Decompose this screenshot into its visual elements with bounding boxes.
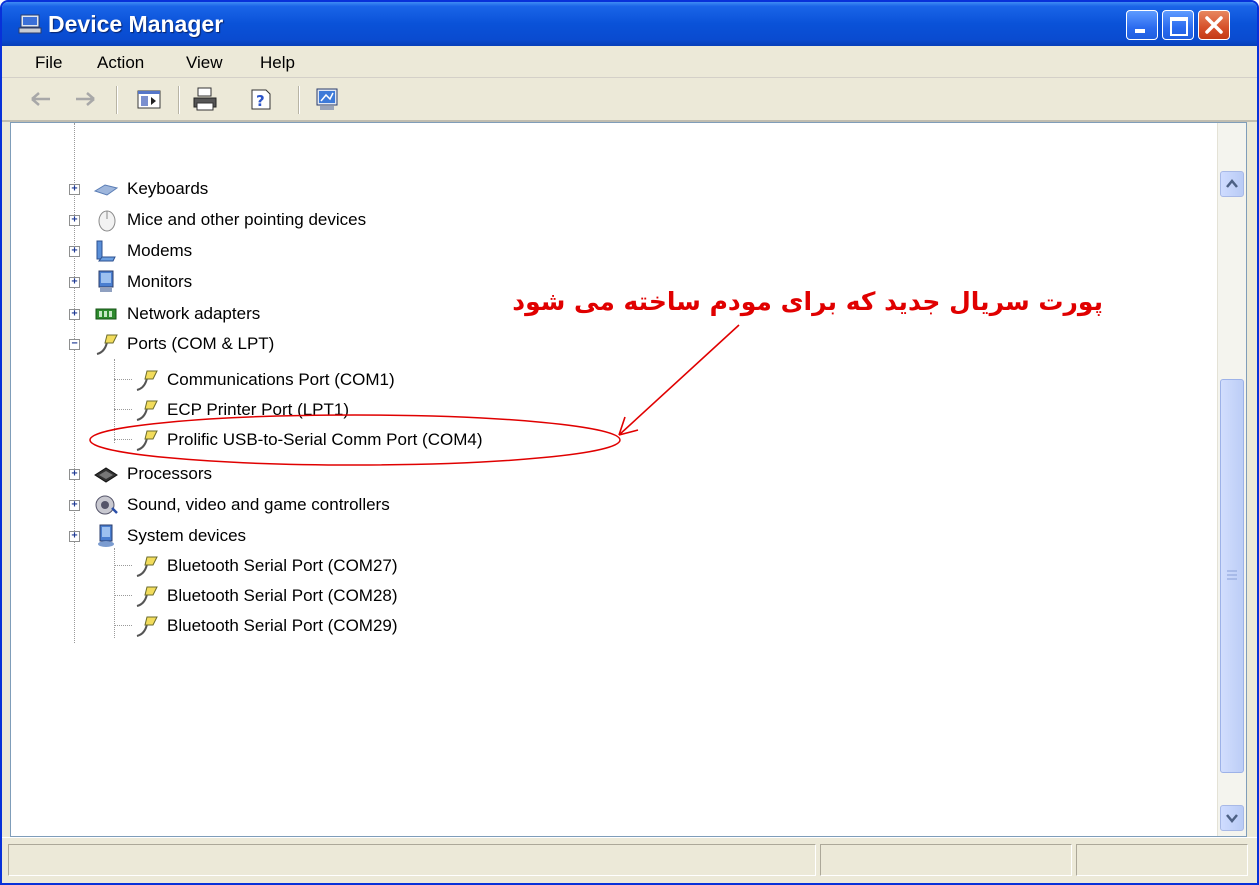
menu-help[interactable]: Help [260, 53, 295, 73]
tree-node-bt-com28[interactable]: Bluetooth Serial Port (COM28) [133, 583, 398, 609]
port-icon [96, 334, 118, 355]
tree-node-monitors[interactable]: Monitors [93, 269, 192, 295]
tree-node-label: Network adapters [127, 304, 261, 323]
expand-toggle[interactable]: + [69, 277, 80, 288]
keyboard-icon [93, 184, 119, 196]
status-pane [1076, 844, 1248, 876]
tree-node-label: Communications Port (COM1) [167, 370, 395, 389]
tree-connector [114, 625, 132, 626]
tree-node-modems[interactable]: Modems [93, 238, 192, 264]
port-icon [136, 370, 158, 391]
close-button[interactable] [1198, 10, 1230, 40]
tree-connector [74, 123, 75, 643]
menu-action[interactable]: Action [97, 53, 144, 73]
sound-icon [95, 495, 118, 515]
minimize-button[interactable] [1126, 10, 1158, 40]
tree-node-port-com1[interactable]: Communications Port (COM1) [133, 367, 395, 393]
menu-view[interactable]: View [186, 53, 223, 73]
tree-node-mice[interactable]: Mice and other pointing devices [93, 207, 366, 233]
mouse-icon [98, 210, 116, 232]
tree-node-label: Mice and other pointing devices [127, 210, 367, 229]
chevron-down-icon [1226, 814, 1238, 823]
expand-toggle[interactable]: + [69, 184, 80, 195]
tree-node-keyboards[interactable]: Keyboards [93, 176, 208, 202]
tree-connector [114, 379, 132, 380]
tree-node-label: Bluetooth Serial Port (COM28) [167, 586, 398, 605]
toolbar-separator [116, 86, 118, 114]
print-icon[interactable] [192, 86, 218, 112]
maximize-icon [1170, 17, 1188, 36]
menu-bar: File Action View Help [2, 46, 1257, 78]
tree-connector [114, 409, 132, 410]
maximize-button[interactable] [1162, 10, 1194, 40]
minimize-icon [1135, 29, 1145, 33]
tree-node-ports[interactable]: Ports (COM & LPT) [93, 331, 274, 357]
show-hide-console-tree-icon[interactable] [136, 86, 162, 112]
back-arrow-icon[interactable] [28, 86, 54, 112]
annotation-text: پورت سریال جدید که برای مودم ساخته می شو… [512, 287, 1103, 316]
device-manager-window: Device Manager File Action View Help ? +… [0, 0, 1259, 885]
tree-node-label: Bluetooth Serial Port (COM29) [167, 616, 398, 635]
tree-node-label: Modems [127, 241, 193, 260]
tree-node-network-adapters[interactable]: Network adapters [93, 301, 260, 327]
expand-toggle[interactable]: + [69, 531, 80, 542]
tree-node-label: Sound, video and game controllers [127, 495, 390, 514]
help-icon[interactable]: ? [248, 86, 274, 112]
scroll-down-button[interactable] [1220, 805, 1244, 831]
status-bar [2, 837, 1257, 883]
tree-node-system-devices[interactable]: System devices [93, 523, 246, 549]
device-tree-panel: + + + + + − + + + Keyboards Mice and oth… [10, 122, 1247, 837]
expand-toggle[interactable]: + [69, 500, 80, 511]
toolbar-separator [298, 86, 300, 114]
scan-hardware-icon[interactable] [314, 86, 340, 112]
computer-icon [18, 14, 42, 34]
tree-node-label: Keyboards [127, 179, 209, 198]
scroll-up-button[interactable] [1220, 171, 1244, 197]
window-title: Device Manager [48, 11, 224, 37]
port-icon [136, 586, 158, 607]
tree-node-label: Bluetooth Serial Port (COM27) [167, 556, 398, 575]
tree-connector [114, 595, 132, 596]
collapse-toggle[interactable]: − [69, 339, 80, 350]
scroll-thumb[interactable] [1220, 379, 1244, 773]
title-bar[interactable]: Device Manager [2, 2, 1257, 46]
close-icon [1205, 16, 1223, 34]
status-pane-main [8, 844, 816, 876]
expand-toggle[interactable]: + [69, 309, 80, 320]
tree-node-label: System devices [127, 526, 247, 545]
tree-node-bt-com27[interactable]: Bluetooth Serial Port (COM27) [133, 553, 398, 579]
tree-node-bt-com29[interactable]: Bluetooth Serial Port (COM29) [133, 613, 398, 639]
port-icon [136, 556, 158, 577]
chevron-up-icon [1226, 179, 1238, 188]
annotation-arrow [618, 324, 740, 436]
toolbar-separator [178, 86, 180, 114]
expand-toggle[interactable]: + [69, 246, 80, 257]
status-pane [820, 844, 1072, 876]
toolbar: ? [2, 78, 1257, 122]
svg-text:?: ? [256, 92, 265, 110]
system-device-icon [98, 524, 114, 547]
tree-node-label: Ports (COM & LPT) [127, 334, 275, 353]
port-icon [136, 616, 158, 637]
modem-icon [96, 240, 116, 262]
forward-arrow-icon[interactable] [72, 86, 98, 112]
grip-icon [1227, 570, 1237, 580]
expand-toggle[interactable]: + [69, 469, 80, 480]
tree-node-sound[interactable]: Sound, video and game controllers [93, 492, 390, 518]
expand-toggle[interactable]: + [69, 215, 80, 226]
network-adapter-icon [95, 308, 117, 320]
tree-connector [114, 565, 132, 566]
monitor-icon [98, 270, 114, 292]
vertical-scrollbar[interactable] [1217, 123, 1246, 836]
tree-node-label: Monitors [127, 272, 193, 291]
highlight-ellipse [89, 414, 621, 466]
menu-file[interactable]: File [35, 53, 62, 73]
